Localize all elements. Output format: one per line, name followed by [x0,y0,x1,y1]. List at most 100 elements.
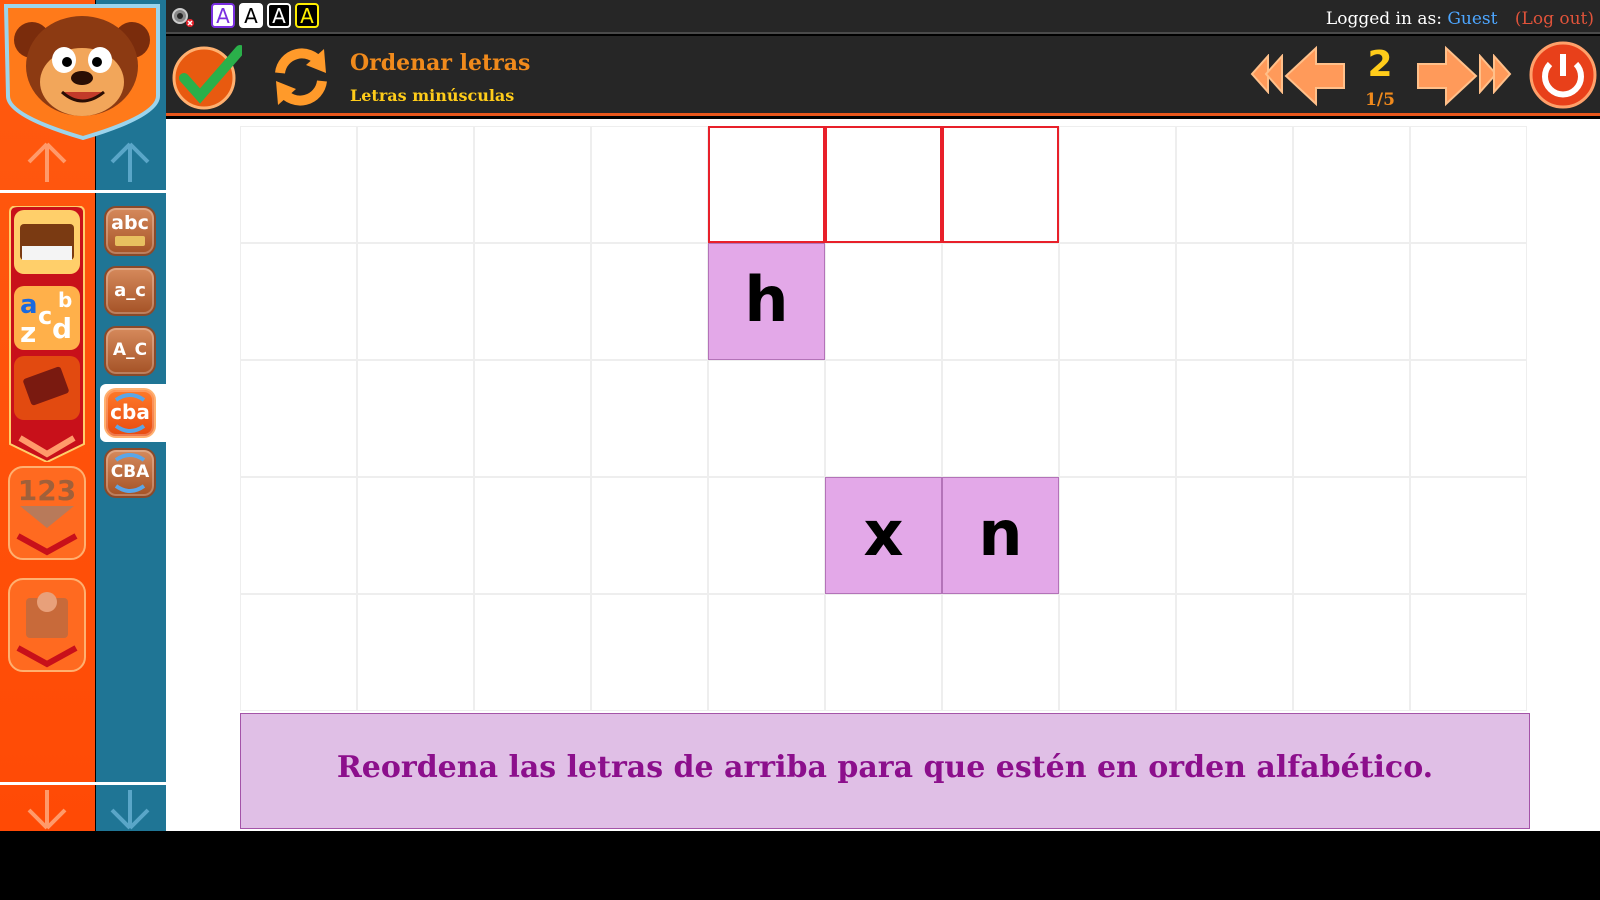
grid-cell [474,126,591,243]
left-arrow-icon [1284,45,1345,107]
category-fun-button[interactable] [8,578,86,678]
svg-text:123: 123 [18,474,76,507]
activity-number: 2 [1367,44,1393,85]
grid-cell [1410,477,1527,594]
grid-cell [1176,126,1293,243]
settings-icon[interactable] [170,6,196,28]
category-scroll-up-icon[interactable] [25,140,69,184]
top-status-bar: A A A A Logged in as: Guest (Log out) [166,0,1600,34]
double-right-arrow-icon [1479,53,1512,95]
grid-cell [357,594,474,711]
grid-cell [591,477,708,594]
grid-cell [474,360,591,477]
subcategory-scroll-up-icon[interactable] [108,140,152,184]
power-icon [1529,41,1597,109]
grid-cell [474,477,591,594]
grid-cell [357,243,474,360]
grid-cell [1293,594,1410,711]
login-status: Logged in as: Guest (Log out) [1326,9,1594,29]
last-activity-button[interactable] [1478,53,1512,95]
grid-cell [1293,243,1410,360]
category-scroll-down-icon[interactable] [25,788,69,832]
letters-category-icon[interactable]: a b c z d [16,286,78,349]
answer-slot-3[interactable] [942,126,1059,243]
grid-cell [591,126,708,243]
grid-cell [591,594,708,711]
activity-counter: 1/5 [1365,90,1395,110]
grid-cell [708,477,825,594]
grid-cell [357,360,474,477]
exit-button[interactable] [1528,40,1598,110]
subcategory-abc-button[interactable]: abc [104,206,156,256]
first-activity-button[interactable] [1250,53,1284,95]
grid-cell [357,126,474,243]
login-user-link[interactable]: Guest [1447,9,1497,29]
grid-cell [708,360,825,477]
activity-title: Ordenar letras [350,50,531,76]
subcategory-A_C-button[interactable]: A_C [104,326,156,376]
double-left-arrow-icon [1250,53,1283,95]
letter-tile-h[interactable]: h [708,243,825,360]
grid-cell [591,243,708,360]
logout-link[interactable]: (Log out) [1515,9,1594,29]
grid-cell [1410,243,1527,360]
subcategory-CBA-button[interactable]: CBA [104,448,156,498]
grid-cell [825,243,942,360]
grid-cell [1410,594,1527,711]
grid-cell [1293,477,1410,594]
grid-cell [1059,126,1176,243]
grid-cell [240,477,357,594]
subcategory-abc-label: abc [111,212,149,234]
grid-cell [1176,594,1293,711]
check-answer-button[interactable] [170,42,245,112]
next-activity-button[interactable] [1414,44,1478,108]
mascot-logo[interactable] [3,4,162,141]
grid-cell [1059,360,1176,477]
grid-cell [1059,594,1176,711]
grid-cell [240,360,357,477]
category-numbers-button[interactable]: 123 [8,466,86,566]
instruction-text: Reordena las letras de arriba para que e… [336,750,1434,785]
grid-cell [1176,360,1293,477]
grid-cell [1293,360,1410,477]
activity-subtitle: Letras minúsculas [350,86,515,105]
subcategory-CBA-label: CBA [110,462,150,482]
grid-cell [1059,243,1176,360]
grid-cell [1293,126,1410,243]
subcategory-a_c-button[interactable]: a_c [104,266,156,316]
sidebar-separator-bottom [0,782,166,785]
grid-cell [825,360,942,477]
alphabet-book-icon [115,236,145,246]
grid-cell [825,594,942,711]
grid-cell [240,243,357,360]
grid-cell [708,594,825,711]
grid-cell [1410,360,1527,477]
subcategory-a_c-label: a_c [114,280,146,301]
grid-cell [1059,477,1176,594]
sidebar-separator-top [0,190,166,193]
font-style-yellow-on-black-button[interactable]: A [295,3,319,28]
login-label: Logged in as: [1325,9,1442,29]
subcategory-scroll-down-icon[interactable] [108,788,152,832]
reload-icon [275,48,327,106]
answer-slot-1[interactable] [708,126,825,243]
letter-tile-x[interactable]: x [825,477,942,594]
previous-activity-button[interactable] [1284,44,1348,108]
grid-cell [942,243,1059,360]
right-arrow-icon [1417,45,1478,107]
font-style-white-on-black-button[interactable]: A [267,3,291,28]
grid-cell [942,594,1059,711]
activity-header: Ordenar letras Letras minúsculas 2 1/5 [166,36,1600,116]
answer-slot-2[interactable] [825,126,942,243]
font-style-black-on-white-button[interactable]: A [239,3,263,28]
subcategory-cba-label: cba [110,400,150,424]
letter-tile-n[interactable]: n [942,477,1059,594]
check-icon [172,45,245,110]
subcategory-cba-button[interactable]: cba [104,388,156,438]
grid-cell [591,360,708,477]
subcategory-A_C-label: A_C [112,340,148,360]
reload-activity-button[interactable] [268,43,334,109]
font-style-purple-button[interactable]: A [211,3,235,28]
grid-cell [240,126,357,243]
grid-cell [1410,126,1527,243]
